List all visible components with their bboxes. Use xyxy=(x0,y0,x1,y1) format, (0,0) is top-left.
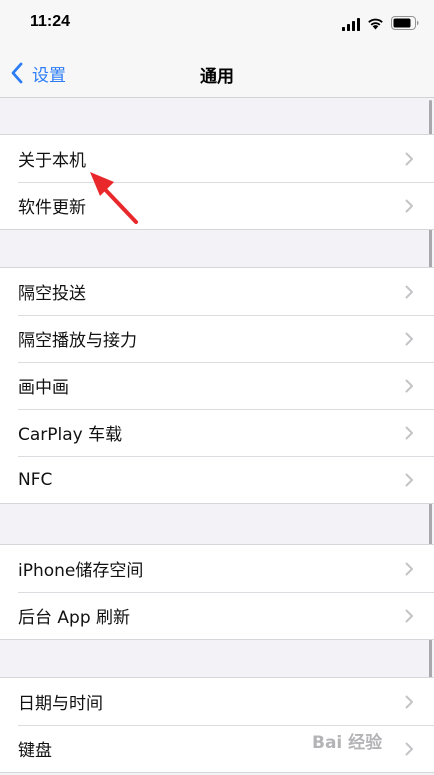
row-label: 后台 App 刷新 xyxy=(18,608,131,628)
signal-icon xyxy=(342,18,360,31)
row-label: NFC xyxy=(18,469,53,490)
row-label: 隔空投送 xyxy=(18,284,86,304)
chevron-right-icon xyxy=(405,199,413,213)
settings-row-date-time[interactable]: 日期与时间 xyxy=(0,678,434,725)
chevron-right-icon xyxy=(405,426,413,440)
settings-row-carplay[interactable]: CarPlay 车载 xyxy=(0,409,434,456)
settings-row-airplay-handoff[interactable]: 隔空播放与接力 xyxy=(0,315,434,362)
settings-group-1: 关于本机 软件更新 xyxy=(0,134,434,230)
annotation-arrow xyxy=(90,172,138,224)
row-label: 画中画 xyxy=(18,378,69,398)
status-time: 11:24 xyxy=(30,13,71,30)
baidu-watermark: Bai 经验 xyxy=(312,733,383,753)
settings-group-4: 日期与时间 键盘 xyxy=(0,677,434,773)
settings-row-software-update[interactable]: 软件更新 xyxy=(0,182,434,229)
settings-row-picture-in-picture[interactable]: 画中画 xyxy=(0,362,434,409)
chevron-right-icon xyxy=(405,285,413,299)
row-label: 关于本机 xyxy=(18,151,86,171)
battery-icon xyxy=(391,16,419,30)
wifi-icon xyxy=(368,18,383,30)
row-label: 键盘 xyxy=(18,741,52,761)
row-label: 软件更新 xyxy=(18,198,86,218)
chevron-right-icon xyxy=(405,562,413,576)
navigation-bar: 设置 通用 xyxy=(0,48,434,98)
screen: 11:24 设置 通用 关于本机 软件更新 隔空投送 隔空播放与接力 画中画 C… xyxy=(0,0,434,775)
chevron-right-icon xyxy=(405,695,413,709)
settings-row-nfc[interactable]: NFC xyxy=(0,456,434,503)
row-label: CarPlay 车载 xyxy=(18,425,123,445)
status-bar: 11:24 xyxy=(0,0,434,48)
chevron-right-icon xyxy=(405,332,413,346)
chevron-right-icon xyxy=(405,609,413,623)
row-label: 隔空播放与接力 xyxy=(18,331,137,351)
page-title: 通用 xyxy=(200,67,234,87)
chevron-right-icon xyxy=(405,473,413,487)
chevron-right-icon xyxy=(405,742,413,756)
settings-row-iphone-storage[interactable]: iPhone储存空间 xyxy=(0,545,434,592)
row-label: 日期与时间 xyxy=(18,694,103,714)
row-label: iPhone储存空间 xyxy=(18,561,144,581)
chevron-right-icon xyxy=(405,152,413,166)
chevron-right-icon xyxy=(405,379,413,393)
settings-row-airdrop[interactable]: 隔空投送 xyxy=(0,268,434,315)
settings-group-3: iPhone储存空间 后台 App 刷新 xyxy=(0,544,434,640)
settings-group-2: 隔空投送 隔空播放与接力 画中画 CarPlay 车载 NFC xyxy=(0,267,434,504)
settings-row-about[interactable]: 关于本机 xyxy=(0,135,434,182)
settings-row-background-app-refresh[interactable]: 后台 App 刷新 xyxy=(0,592,434,639)
